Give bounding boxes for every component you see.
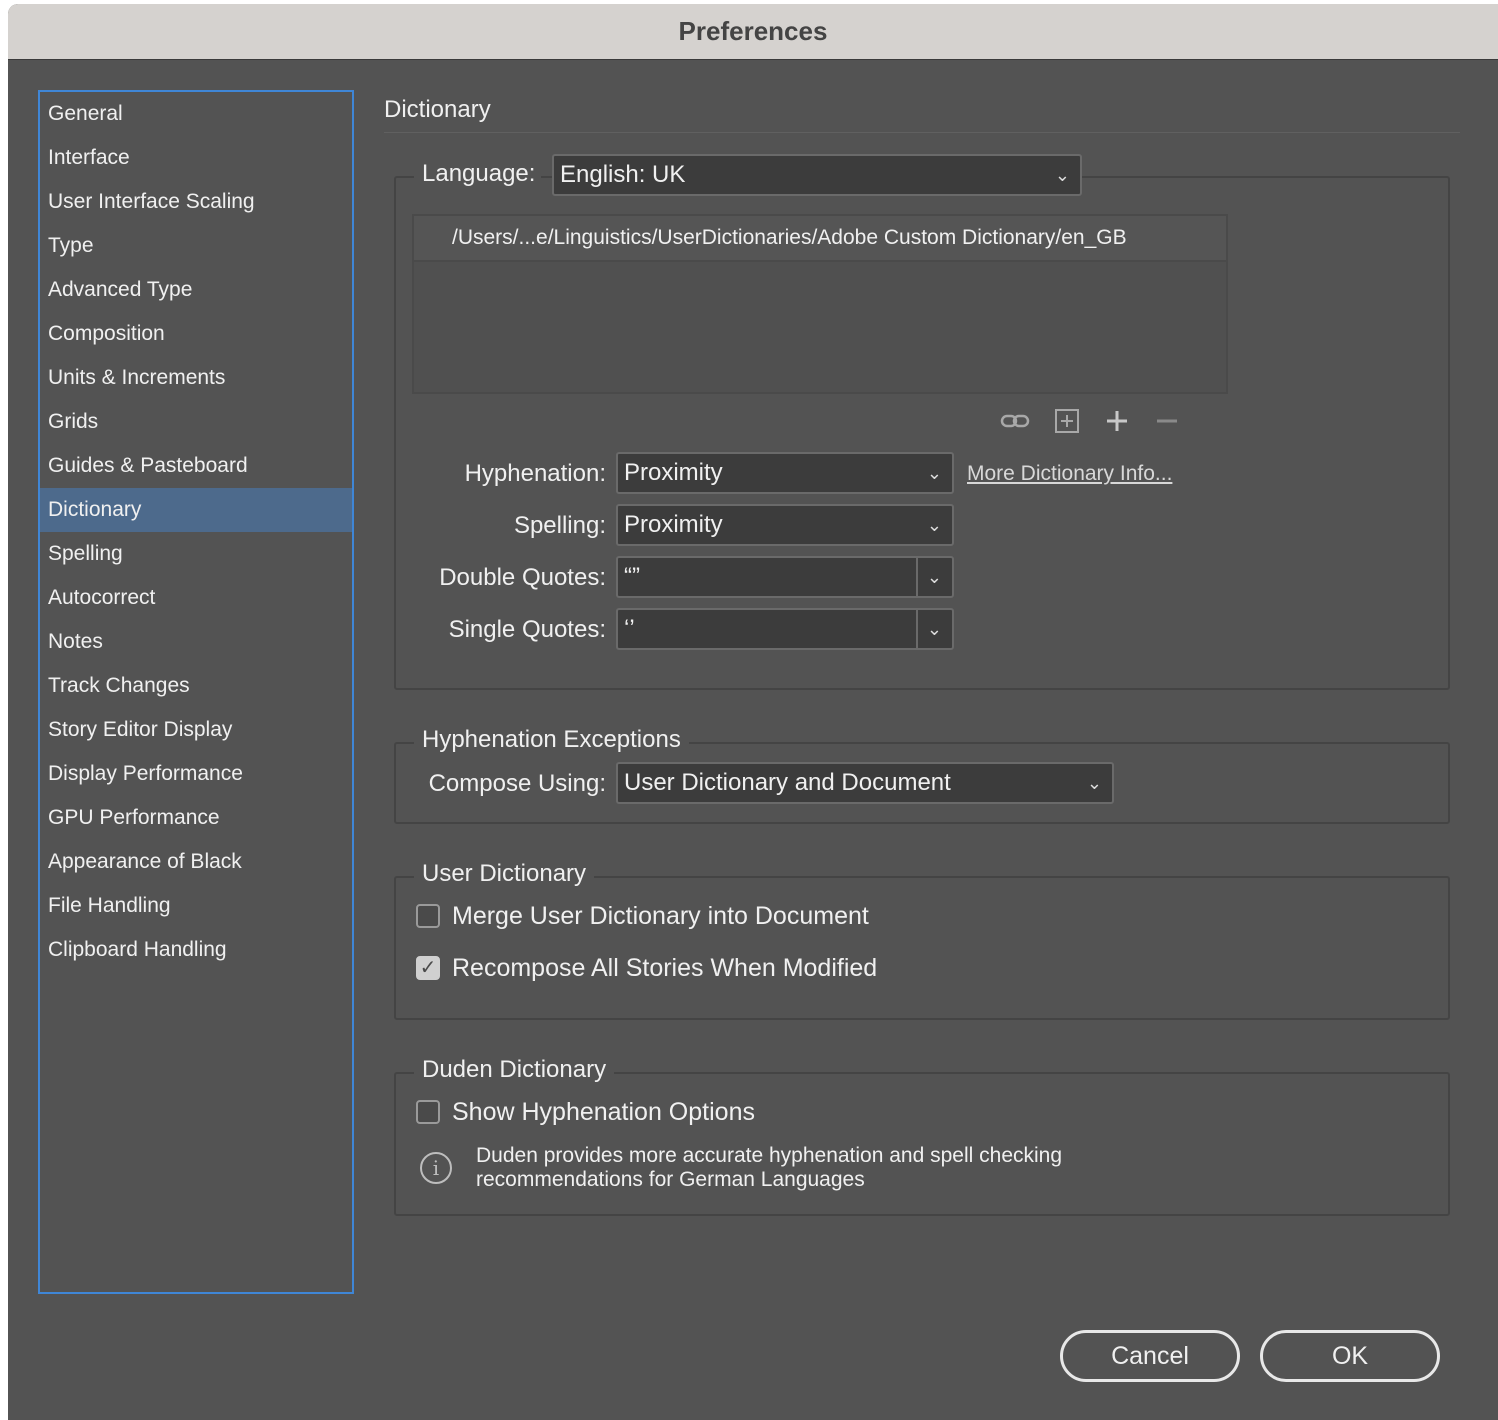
chevron-down-icon: ⌄	[1086, 773, 1102, 793]
chevron-down-icon[interactable]: ⌄	[927, 558, 942, 596]
spelling-dropdown[interactable]: Proximity ⌄	[616, 504, 954, 546]
language-dropdown[interactable]: English: UK ⌄	[552, 154, 1082, 196]
recompose-stories-checkbox[interactable]: ✓	[416, 956, 440, 980]
plus-icon[interactable]	[1104, 408, 1130, 438]
compose-using-dropdown[interactable]: User Dictionary and Document ⌄	[616, 762, 1114, 804]
duden-dictionary-legend: Duden Dictionary	[414, 1056, 615, 1084]
language-label: Language:	[414, 160, 542, 188]
spelling-label: Spelling:	[513, 512, 606, 539]
double-quotes-combo[interactable]: “” ⌄	[616, 556, 954, 598]
cancel-button[interactable]: Cancel	[1060, 1330, 1240, 1382]
merge-user-dictionary-checkbox[interactable]	[416, 904, 440, 928]
show-hyphenation-options-checkbox[interactable]	[416, 1100, 440, 1124]
sidebar-item-notes[interactable]: Notes	[40, 620, 352, 664]
merge-user-dictionary-label[interactable]: Merge User Dictionary into Document	[452, 902, 869, 931]
chevron-down-icon: ⌄	[926, 515, 942, 535]
single-quotes-value[interactable]: ‘’	[624, 615, 635, 642]
sidebar-item-track-changes[interactable]: Track Changes	[40, 664, 352, 708]
ok-button[interactable]: OK	[1260, 1330, 1440, 1382]
dictionary-list[interactable]: /Users/...e/Linguistics/UserDictionaries…	[412, 214, 1228, 394]
hyphenation-dropdown[interactable]: Proximity ⌄	[616, 452, 954, 494]
double-quotes-value[interactable]: “”	[624, 563, 640, 590]
sidebar-item-type[interactable]: Type	[40, 224, 352, 268]
single-quotes-label: Single Quotes:	[448, 616, 606, 643]
spelling-value: Proximity	[624, 511, 723, 538]
compose-using-label: Compose Using:	[428, 770, 606, 797]
sidebar-item-appearance-of-black[interactable]: Appearance of Black	[40, 840, 352, 884]
recompose-stories-label[interactable]: Recompose All Stories When Modified	[452, 954, 877, 983]
duden-info-line-1: Duden provides more accurate hyphenation…	[476, 1144, 1063, 1167]
sidebar-item-dictionary[interactable]: Dictionary	[40, 488, 352, 532]
link-icon[interactable]	[1000, 408, 1030, 438]
hyphenation-value: Proximity	[624, 459, 723, 486]
chevron-down-icon[interactable]: ⌄	[927, 610, 942, 648]
sidebar-item-gpu-performance[interactable]: GPU Performance	[40, 796, 352, 840]
user-dictionary-group	[394, 876, 1450, 1020]
sidebar-item-grids[interactable]: Grids	[40, 400, 352, 444]
chevron-down-icon: ⌄	[1054, 165, 1070, 185]
sidebar-item-spelling[interactable]: Spelling	[40, 532, 352, 576]
more-dictionary-info-link[interactable]: More Dictionary Info...	[967, 462, 1172, 486]
sidebar-item-story-editor-display[interactable]: Story Editor Display	[40, 708, 352, 752]
chevron-down-icon: ⌄	[926, 463, 942, 483]
add-box-icon[interactable]	[1054, 408, 1080, 438]
sidebar-item-autocorrect[interactable]: Autocorrect	[40, 576, 352, 620]
hyphenation-label: Hyphenation:	[464, 460, 606, 487]
language-value: English: UK	[560, 161, 686, 188]
info-icon: i	[420, 1152, 452, 1184]
duden-info-text: Duden provides more accurate hyphenation…	[476, 1144, 1062, 1192]
sidebar-item-general[interactable]: General	[40, 92, 352, 136]
double-quotes-label: Double Quotes:	[439, 564, 606, 591]
hyphenation-exceptions-legend: Hyphenation Exceptions	[414, 726, 689, 754]
compose-using-value: User Dictionary and Document	[624, 769, 951, 796]
sidebar-item-user-interface-scaling[interactable]: User Interface Scaling	[40, 180, 352, 224]
preferences-window: Preferences General Interface User Inter…	[8, 4, 1498, 1420]
single-quotes-combo[interactable]: ‘’ ⌄	[616, 608, 954, 650]
show-hyphenation-options-label[interactable]: Show Hyphenation Options	[452, 1098, 755, 1127]
sidebar-item-advanced-type[interactable]: Advanced Type	[40, 268, 352, 312]
panel-title: Dictionary	[384, 96, 491, 123]
sidebar-item-guides-pasteboard[interactable]: Guides & Pasteboard	[40, 444, 352, 488]
sidebar-item-units-increments[interactable]: Units & Increments	[40, 356, 352, 400]
sidebar-item-composition[interactable]: Composition	[40, 312, 352, 356]
user-dictionary-legend: User Dictionary	[414, 860, 595, 888]
preferences-sidebar[interactable]: General Interface User Interface Scaling…	[38, 90, 354, 1294]
panel-divider	[384, 132, 1460, 133]
dictionary-path-row[interactable]: /Users/...e/Linguistics/UserDictionaries…	[414, 216, 1226, 262]
sidebar-item-display-performance[interactable]: Display Performance	[40, 752, 352, 796]
sidebar-item-clipboard-handling[interactable]: Clipboard Handling	[40, 928, 352, 972]
window-title: Preferences	[8, 4, 1498, 60]
minus-icon[interactable]	[1154, 408, 1180, 438]
duden-info-line-2: recommendations for German Languages	[476, 1168, 865, 1191]
sidebar-item-interface[interactable]: Interface	[40, 136, 352, 180]
sidebar-item-file-handling[interactable]: File Handling	[40, 884, 352, 928]
